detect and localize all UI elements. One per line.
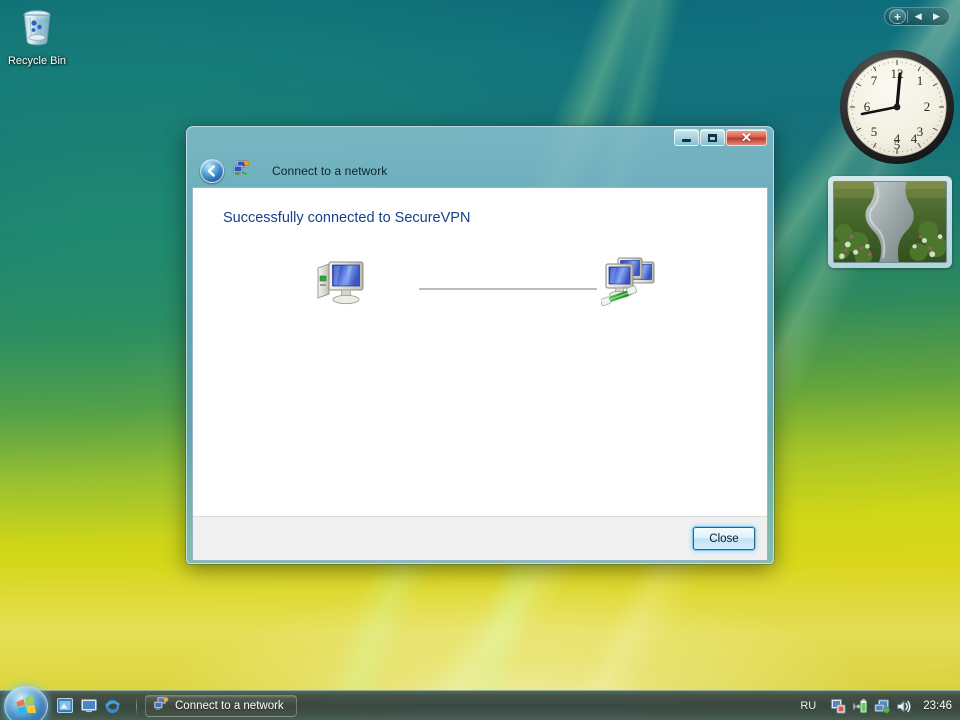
maximize-button[interactable] [700, 129, 725, 146]
windows-logo-icon [15, 695, 37, 717]
system-tray[interactable]: RU [800, 691, 960, 720]
start-button[interactable] [4, 686, 48, 720]
connection-diagram [223, 256, 737, 326]
window-titlebar[interactable]: ✕ [192, 127, 768, 154]
previous-gadget-icon[interactable]: ◀ [910, 9, 927, 24]
svg-text:4: 4 [911, 131, 918, 146]
svg-text:3: 3 [917, 124, 924, 139]
show-desktop-icon[interactable] [80, 697, 97, 714]
internet-explorer-icon[interactable] [104, 697, 121, 714]
recycle-bin-label: Recycle Bin [6, 55, 68, 68]
sidebar-separator [907, 11, 908, 23]
network-icon[interactable] [874, 698, 890, 714]
svg-text:1: 1 [917, 73, 924, 88]
volume-icon[interactable] [896, 698, 912, 714]
minimize-button[interactable] [674, 129, 699, 146]
recycle-bin-icon [6, 6, 68, 53]
window-title: Connect to a network [272, 164, 387, 178]
clock[interactable]: 23:46 [923, 700, 952, 712]
svg-text:5: 5 [894, 137, 901, 152]
close-icon: ✕ [741, 131, 752, 144]
action-center-icon[interactable] [830, 698, 846, 714]
quick-launch-bar[interactable] [56, 697, 145, 715]
taskbar[interactable]: Connect to a network RU [0, 690, 960, 720]
svg-text:5: 5 [871, 124, 878, 139]
remote-network-icon [601, 254, 657, 315]
close-window-button[interactable]: ✕ [726, 129, 767, 146]
desktop[interactable]: Recycle Bin + ◀ ▶ [0, 0, 960, 720]
maximize-icon [708, 134, 717, 142]
back-button[interactable] [200, 159, 224, 183]
taskbar-buttons[interactable]: Connect to a network [145, 695, 297, 717]
slideshow-photo [833, 181, 947, 263]
clock-gadget[interactable]: 12 1 2 3 4 5 6 7 45 [838, 48, 956, 166]
sidebar-header[interactable]: + ◀ ▶ [884, 7, 950, 26]
svg-text:12: 12 [891, 66, 904, 81]
add-gadget-icon[interactable]: + [889, 9, 906, 24]
taskbar-button-label: Connect to a network [175, 700, 284, 712]
back-arrow-icon [205, 164, 219, 178]
connect-to-network-window[interactable]: ✕ Connect to a [186, 126, 774, 564]
network-icon [232, 159, 250, 182]
desktop-icon-recycle-bin[interactable]: Recycle Bin [6, 6, 68, 68]
page-heading: Successfully connected to SecureVPN [223, 210, 737, 226]
windows-sidebar: + ◀ ▶ [820, 0, 960, 690]
network-icon [153, 696, 169, 715]
window-client-area: Successfully connected to SecureVPN [192, 187, 768, 561]
close-button[interactable]: Close [693, 527, 755, 550]
svg-text:2: 2 [924, 99, 931, 114]
power-plug-icon[interactable] [852, 698, 868, 714]
computer-icon [315, 256, 369, 313]
switch-window-icon[interactable] [56, 697, 73, 714]
language-indicator[interactable]: RU [800, 700, 816, 712]
content-body: Successfully connected to SecureVPN [193, 188, 767, 516]
window-navigation-bar: Connect to a network [192, 154, 768, 187]
next-gadget-icon[interactable]: ▶ [928, 9, 945, 24]
window-controls[interactable]: ✕ [674, 129, 767, 146]
taskbar-button-connect-to-a-network[interactable]: Connect to a network [145, 695, 297, 717]
connection-line [419, 288, 597, 290]
minimize-icon [682, 139, 691, 142]
taskbar-separator [136, 697, 137, 715]
window-footer: Close [193, 516, 767, 560]
svg-text:7: 7 [871, 73, 878, 88]
slideshow-gadget[interactable] [828, 176, 952, 268]
